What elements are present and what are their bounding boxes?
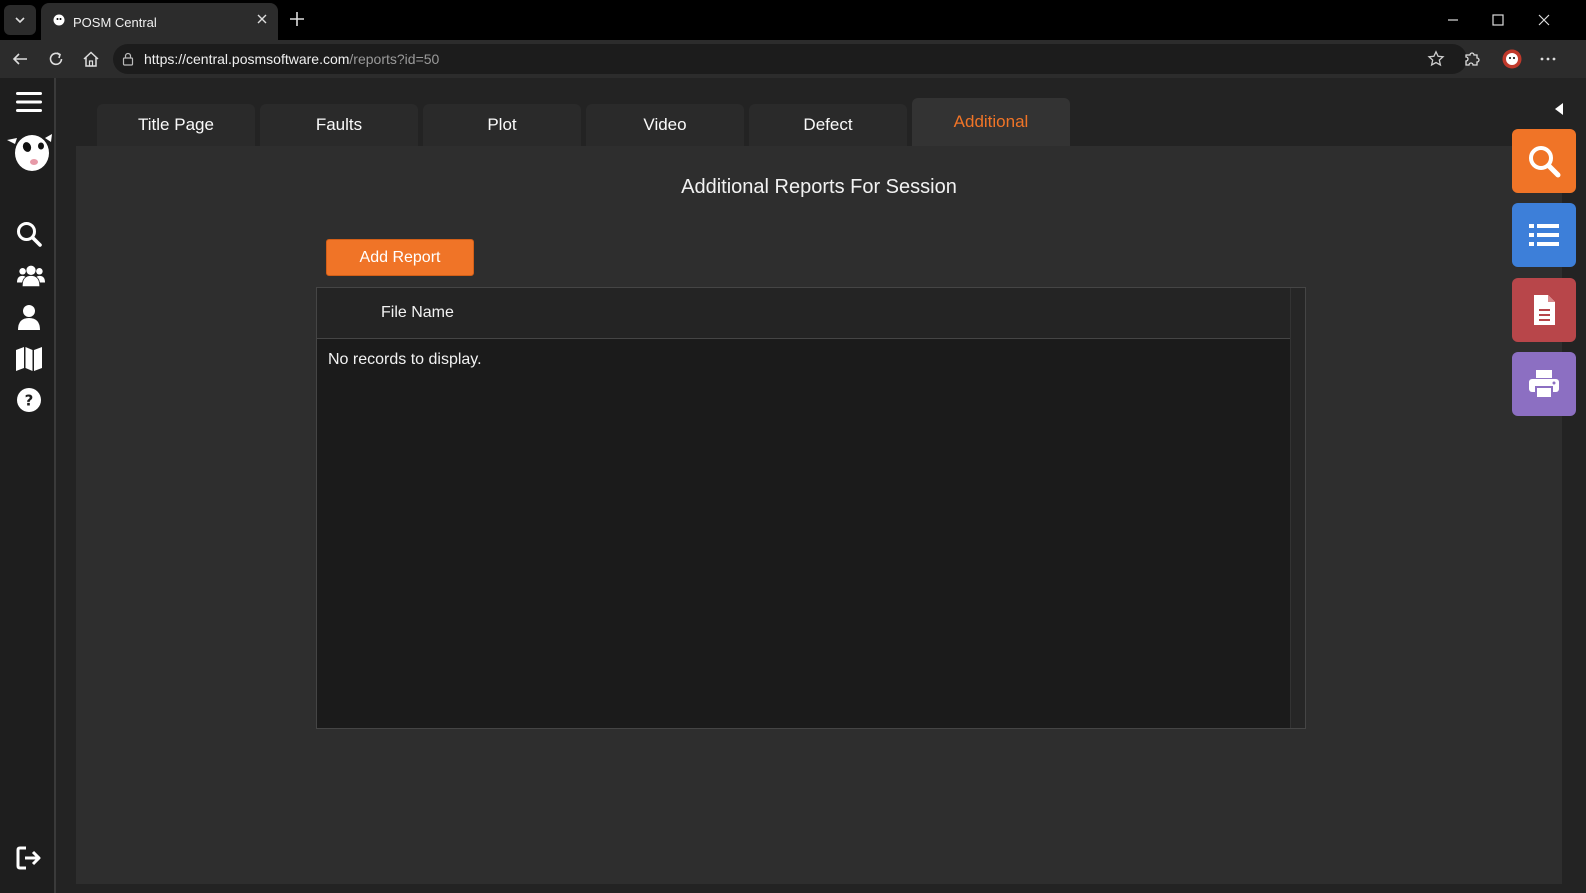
url-host: https://central.posmsoftware.com <box>144 51 350 67</box>
side-document-button[interactable] <box>1512 278 1576 342</box>
side-list-button[interactable] <box>1512 203 1576 267</box>
user-icon[interactable] <box>15 303 43 331</box>
help-icon[interactable]: ? <box>15 386 43 414</box>
profile-avatar-icon[interactable] <box>1502 49 1522 69</box>
back-icon[interactable] <box>11 50 29 68</box>
favorite-star-icon[interactable] <box>1427 50 1445 68</box>
users-group-icon[interactable] <box>17 261 45 289</box>
more-menu-icon[interactable] <box>1538 49 1558 69</box>
app-root: ? Title Page Faults Plot Video Defect Ad… <box>0 78 1586 893</box>
page-title: Additional Reports For Session <box>681 176 957 198</box>
printer-icon <box>1529 370 1559 399</box>
search-icon <box>1529 146 1561 178</box>
document-icon <box>1534 295 1555 325</box>
tab-plot[interactable]: Plot <box>423 104 581 146</box>
grid-scrollbar[interactable] <box>1290 288 1305 728</box>
close-tab-icon[interactable] <box>255 12 269 26</box>
add-report-button[interactable]: Add Report <box>326 239 474 276</box>
chevron-down-icon <box>15 17 25 24</box>
reports-grid: File Name No records to display. <box>316 287 1306 729</box>
maximize-icon[interactable] <box>1490 12 1506 28</box>
browser-tab-posm[interactable]: POSM Central <box>41 3 278 40</box>
svg-text:?: ? <box>25 392 34 410</box>
list-icon <box>1529 224 1559 246</box>
new-tab-icon[interactable] <box>288 10 306 28</box>
empty-message: No records to display. <box>328 351 482 368</box>
close-window-icon[interactable] <box>1536 12 1552 28</box>
side-print-button[interactable] <box>1512 352 1576 416</box>
side-search-button[interactable] <box>1512 129 1576 193</box>
collapse-panel-arrow-icon[interactable] <box>1553 102 1565 116</box>
browser-titlebar: POSM Central <box>0 0 1586 40</box>
left-sidebar: ? <box>0 78 56 893</box>
tab-additional[interactable]: Additional <box>912 98 1070 146</box>
posm-favicon-icon <box>53 14 65 26</box>
tab-list-dropdown[interactable] <box>4 5 36 35</box>
posm-logo[interactable] <box>5 132 53 174</box>
home-icon[interactable] <box>82 50 100 68</box>
address-bar[interactable]: https://central.posmsoftware.com/reports… <box>113 44 1467 74</box>
url-text: https://central.posmsoftware.com/reports… <box>144 51 439 67</box>
address-bar-row: https://central.posmsoftware.com/reports… <box>0 40 1586 78</box>
reload-icon[interactable] <box>47 50 65 68</box>
tab-title-page[interactable]: Title Page <box>97 104 255 146</box>
browser-tab-title: POSM Central <box>73 15 157 30</box>
lock-icon[interactable] <box>122 52 134 66</box>
search-icon[interactable] <box>15 220 43 248</box>
minimize-icon[interactable] <box>1445 12 1461 28</box>
tab-video[interactable]: Video <box>586 104 744 146</box>
logout-icon[interactable] <box>15 844 43 872</box>
tab-faults[interactable]: Faults <box>260 104 418 146</box>
url-path: /reports?id=50 <box>349 51 440 67</box>
grid-header: File Name <box>317 288 1292 339</box>
report-panel: Additional Reports For Session Add Repor… <box>76 146 1562 884</box>
column-header-file-name[interactable]: File Name <box>381 304 454 322</box>
map-icon[interactable] <box>15 344 43 372</box>
tab-defect[interactable]: Defect <box>749 104 907 146</box>
menu-icon[interactable] <box>15 88 43 116</box>
extensions-icon[interactable] <box>1462 49 1482 69</box>
